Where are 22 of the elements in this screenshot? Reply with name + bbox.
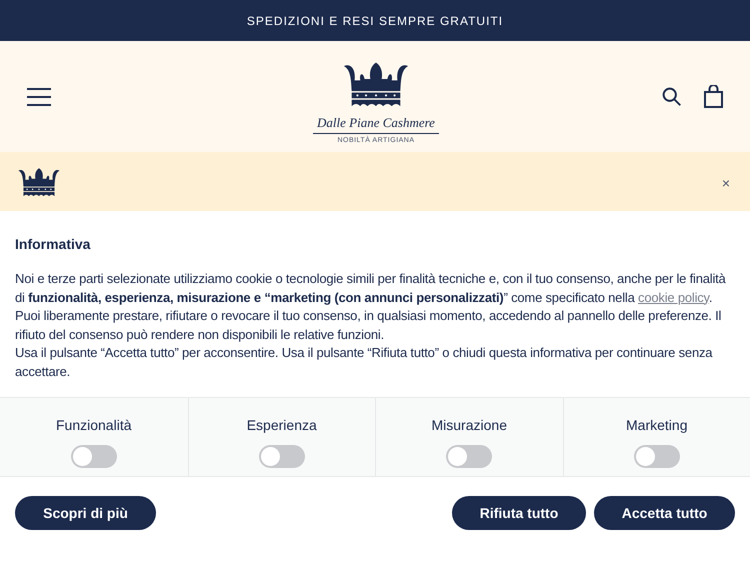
search-icon[interactable] [660,86,682,107]
consent-paragraph: Noi e terze parti selezionate utilizziamo cookie o tecnologie simili per finalità tecniche e, con il tuo consenso, anche per le finalità di funzionalità, esperienza, misurazione e “marketing (con annunci personalizzati)” come specificato nella cookie policy. [15,270,727,307]
shopping-bag-icon[interactable] [704,85,723,108]
toggle-switch[interactable] [70,445,117,468]
consent-paragraph: Puoi liberamente prestare, rifiutare o revocare il tuo consenso, in qualsiasi momento, accedendo al pannello delle preferenze. Il rifiuto del consenso può rendere non disponibili le relative funzioni. [15,307,722,344]
reject-all-button[interactable]: Rifiuta tutto [452,496,586,530]
consent-title: Informativa [15,235,92,254]
close-button[interactable]: × [722,173,730,194]
menu-icon[interactable] [27,88,51,106]
brand-name: Dalle Piane Cashmere [313,112,439,134]
consent-paragraph: Usa il pulsante “Accetta tutto” per acconsentire. Usa il pulsante “Rifiuta tutto” o chiudi questa informativa per continuare senza accettare. [15,344,714,380]
preference-label: Misurazione [432,416,507,435]
toggle-switch[interactable] [258,445,305,468]
learn-more-button[interactable]: Scopri di più [15,496,156,530]
announcement-text: SPEDIZIONI E RESI SEMPRE GRATUITI [246,12,504,30]
preference-label: Esperienza [246,416,317,435]
cookie-policy-link[interactable]: cookie policy [638,290,709,304]
preference-label: Funzionalità [56,416,132,435]
preference-label: Marketing [626,416,688,435]
accept-all-button[interactable]: Accetta tutto [594,496,735,530]
toggle-switch[interactable] [634,445,680,468]
toggle-switch[interactable] [446,445,492,468]
